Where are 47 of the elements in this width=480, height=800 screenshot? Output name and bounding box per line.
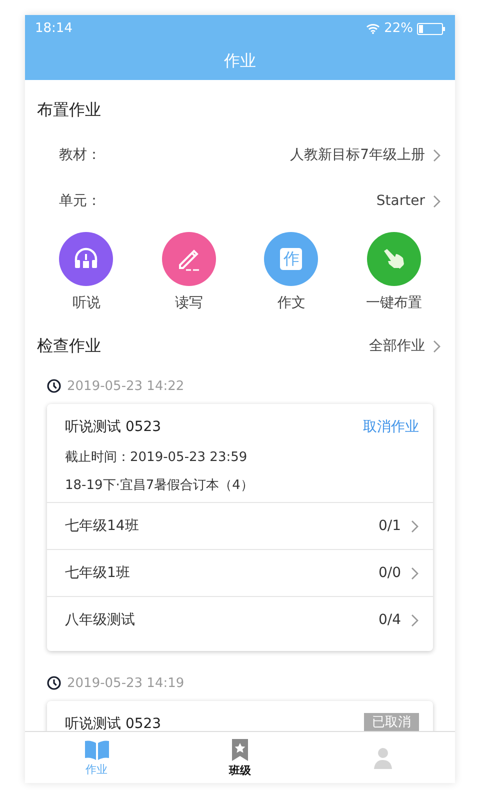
book-text: 18-19下·宜昌7暑假合订本（4） (65, 477, 254, 494)
chevron-icon (433, 148, 441, 162)
class-name: 八年级测试 (65, 611, 135, 629)
action-item[interactable]: 作 作文 (240, 232, 342, 312)
submit-count: 0/4 (378, 612, 401, 628)
chevron-icon (411, 566, 419, 580)
setting-label: 教材： (59, 146, 101, 164)
action-item[interactable]: 读写 (138, 232, 240, 312)
section-title: 布置作业 (37, 100, 101, 120)
chevron-icon (433, 340, 441, 352)
status-time: 18:14 (35, 21, 72, 36)
person-icon (372, 746, 394, 770)
class-row[interactable]: 八年级测试 0/4 (47, 596, 433, 643)
deadline-text: 截止时间：2019-05-23 23:59 (65, 449, 248, 466)
bookmark-icon (230, 738, 249, 762)
tab[interactable]: 班级 (168, 732, 312, 783)
clock-icon (47, 379, 61, 393)
setting-label: 单元： (59, 192, 101, 210)
status-badge: 已取消 (364, 713, 419, 731)
battery-icon (417, 22, 445, 34)
class-row[interactable]: 七年级14班 0/1 (47, 502, 433, 549)
book-icon (84, 738, 110, 760)
action-item[interactable]: 听说 (35, 232, 138, 312)
page-title: 作业 (224, 50, 256, 72)
class-name: 七年级14班 (65, 517, 139, 535)
setting-row[interactable]: 单元： Starter (25, 178, 455, 224)
class-row[interactable]: 七年级1班 0/0 (47, 549, 433, 596)
assign-time: 2019-05-23 14:22 (67, 378, 184, 394)
section-title: 检查作业 (37, 336, 101, 356)
setting-value: 人教新目标7年级上册 (290, 146, 425, 164)
all-homework-link[interactable]: 全部作业 (369, 337, 441, 355)
setting-value: Starter (376, 193, 425, 209)
clock-icon (47, 676, 61, 690)
chevron-icon (433, 194, 441, 208)
homework-title: 听说测试 0523 (65, 418, 162, 436)
setting-row[interactable]: 教材： 人教新目标7年级上册 (25, 132, 455, 178)
document-icon: 作 (264, 232, 318, 286)
wifi-icon (366, 23, 380, 34)
homework-title: 听说测试 0523 (65, 715, 162, 731)
assign-time: 2019-05-23 14:19 (67, 676, 184, 690)
submit-count: 0/1 (378, 518, 401, 534)
class-name: 七年级1班 (65, 564, 130, 582)
chevron-icon (411, 520, 419, 532)
action-item[interactable]: 一键布置 (342, 232, 445, 312)
submit-count: 0/0 (378, 565, 401, 581)
battery-percent: 22% (384, 21, 413, 36)
chevron-icon (411, 614, 419, 626)
